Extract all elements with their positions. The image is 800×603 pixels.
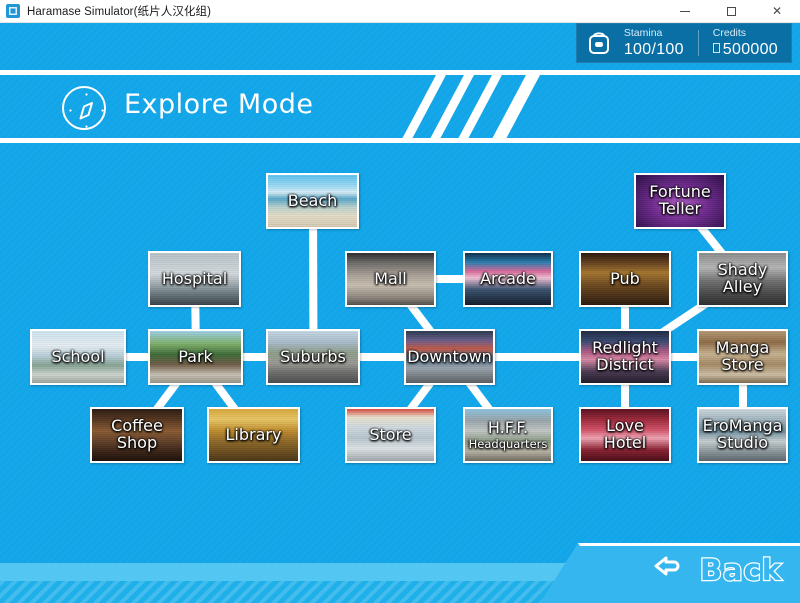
maximize-icon — [727, 7, 736, 16]
credits-block: Credits 500000 — [713, 28, 778, 58]
map-node-library[interactable]: Library — [207, 407, 300, 463]
map-node-label-line1: Love Hotel — [584, 418, 666, 452]
map-node-label: Beach — [285, 193, 341, 210]
map-node-label: Park — [175, 349, 216, 366]
map-node-fortune[interactable]: FortuneTeller — [634, 173, 726, 229]
map-node-label: Hospital — [159, 271, 230, 288]
map-node-label-line1: Hospital — [162, 271, 227, 288]
map-node-store[interactable]: Store — [345, 407, 436, 463]
explore-map: Beach FortuneTeller Hospital Mall Arcade Pub S… — [0, 143, 800, 543]
map-node-hospital[interactable]: Hospital — [148, 251, 241, 307]
map-node-label: ShadyAlley — [715, 262, 771, 296]
status-hud: Stamina 100/100 Credits 500000 — [576, 23, 792, 63]
map-node-manga[interactable]: Manga Store — [697, 329, 788, 385]
credits-value-row: 500000 — [713, 42, 778, 58]
header-diagonal-edge — [493, 75, 540, 138]
header-stripes — [430, 75, 630, 138]
map-node-school[interactable]: School — [30, 329, 126, 385]
map-node-label-line1: Library — [226, 427, 282, 444]
map-node-label-line1: Mall — [374, 271, 407, 288]
back-button-label: Back — [700, 553, 782, 587]
map-node-label: Suburbs — [277, 349, 349, 366]
back-button-content: Back — [650, 552, 782, 587]
map-node-suburbs[interactable]: Suburbs — [266, 329, 360, 385]
map-node-coffee[interactable]: Coffee Shop — [90, 407, 184, 463]
map-node-label-line2: Teller — [649, 201, 710, 218]
map-node-label-line1: Suburbs — [280, 349, 346, 366]
map-node-label-line1: School — [51, 349, 104, 366]
map-node-park[interactable]: Park — [148, 329, 243, 385]
hud-divider — [698, 30, 699, 56]
stamina-block: Stamina 100/100 — [624, 28, 684, 58]
map-node-label: EroMangaStudio — [700, 418, 786, 452]
map-node-label: Mall — [371, 271, 410, 288]
map-node-label: Love Hotel — [581, 418, 669, 452]
app-icon — [6, 4, 20, 18]
map-node-label-line1: H.F.F. — [469, 420, 548, 437]
backpack-icon[interactable] — [586, 29, 612, 57]
map-node-pub[interactable]: Pub — [579, 251, 671, 307]
map-node-hff[interactable]: H.F.F.Headquarters — [463, 407, 553, 463]
game-window: Haramase Simulator(纸片人汉化组) ✕ — [0, 0, 800, 603]
maximize-button[interactable] — [708, 0, 754, 23]
map-node-label-line1: Beach — [288, 193, 338, 210]
map-node-label-line2: Alley — [718, 279, 768, 296]
window-title: Haramase Simulator(纸片人汉化组) — [27, 3, 211, 19]
map-node-eromanga[interactable]: EroMangaStudio — [697, 407, 788, 463]
stamina-value: 100/100 — [624, 42, 684, 58]
map-node-label-line1: Manga Store — [702, 340, 783, 374]
map-node-label: H.F.F.Headquarters — [466, 420, 551, 450]
back-arrow-icon — [650, 552, 690, 587]
map-node-downtown[interactable]: Downtown — [404, 329, 495, 385]
close-button[interactable]: ✕ — [754, 0, 800, 23]
map-node-label-line2: Headquarters — [469, 438, 548, 450]
map-node-label: Store — [366, 427, 414, 444]
map-node-beach[interactable]: Beach — [266, 173, 359, 229]
map-node-label-line1: Downtown — [407, 349, 492, 366]
map-node-label: FortuneTeller — [646, 184, 713, 218]
map-node-label-line1: Store — [369, 427, 411, 444]
header-top-rule — [0, 70, 800, 75]
compass-icon — [62, 86, 106, 130]
footer-light-band — [0, 563, 620, 581]
map-node-label: Manga Store — [699, 340, 786, 374]
map-node-label: School — [48, 349, 107, 366]
map-node-love[interactable]: Love Hotel — [579, 407, 671, 463]
stamina-label: Stamina — [624, 28, 684, 39]
credits-label: Credits — [713, 28, 778, 39]
map-node-label-line1: Coffee Shop — [95, 418, 179, 452]
window-controls: ✕ — [662, 0, 800, 23]
minimize-button[interactable] — [662, 0, 708, 23]
minimize-icon — [680, 11, 690, 12]
game-canvas: Stamina 100/100 Credits 500000 — [0, 23, 800, 603]
map-node-shady[interactable]: ShadyAlley — [697, 251, 788, 307]
page-title: Explore Mode — [124, 89, 313, 120]
map-node-label: Coffee Shop — [92, 418, 182, 452]
map-node-label: Pub — [607, 271, 643, 288]
map-node-label: Downtown — [404, 349, 495, 366]
map-node-redlight[interactable]: RedlightDistrict — [579, 329, 671, 385]
map-node-mall[interactable]: Mall — [345, 251, 436, 307]
map-node-label-line1: Pub — [610, 271, 640, 288]
window-title-bar: Haramase Simulator(纸片人汉化组) ✕ — [0, 0, 800, 23]
map-node-label: RedlightDistrict — [589, 340, 661, 374]
map-node-label-line2: Studio — [703, 435, 783, 452]
map-node-label-line2: District — [592, 357, 658, 374]
credits-currency-icon — [713, 43, 720, 53]
map-node-label-line1: Arcade — [480, 271, 536, 288]
map-node-arcade[interactable]: Arcade — [463, 251, 553, 307]
explore-mode-header: Explore Mode — [0, 70, 800, 143]
back-button[interactable]: Back — [540, 543, 800, 603]
close-icon: ✕ — [772, 5, 782, 17]
map-node-label: Arcade — [477, 271, 539, 288]
map-node-label: Library — [223, 427, 285, 444]
map-node-label-line1: Park — [178, 349, 213, 366]
credits-value: 500000 — [723, 41, 778, 58]
